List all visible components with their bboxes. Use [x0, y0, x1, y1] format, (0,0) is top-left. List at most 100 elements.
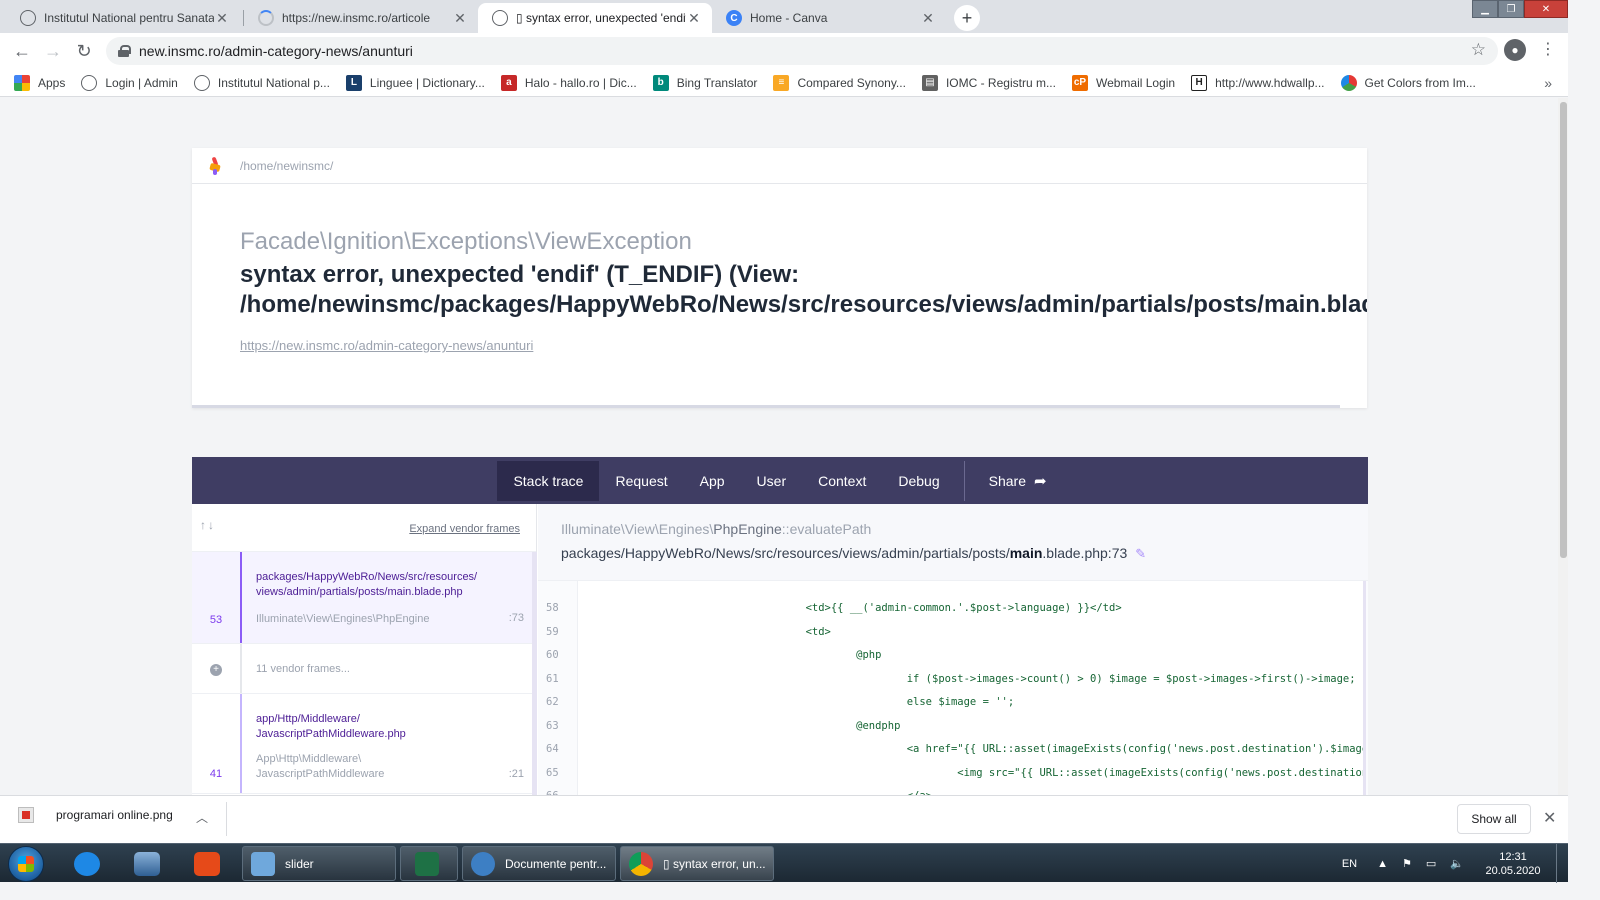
maximize-button[interactable]: ❐ — [1498, 0, 1524, 18]
tab-context[interactable]: Context — [802, 461, 882, 501]
bookmark-hdwallpapers[interactable]: Hhttp://www.hdwallp... — [1191, 74, 1325, 91]
line-number: 59 — [546, 625, 559, 638]
forward-button[interactable]: → — [41, 39, 65, 63]
close-icon[interactable]: ✕ — [920, 10, 936, 27]
remote-desktop-launcher[interactable] — [122, 848, 172, 880]
class-name: PhpEngine — [713, 521, 782, 537]
compared-icon: ≡ — [773, 74, 790, 91]
bookmark-label: Login | Admin — [105, 75, 178, 90]
close-icon[interactable]: ✕ — [452, 10, 468, 27]
frame-class-line2: JavascriptPathMiddleware — [256, 768, 385, 780]
taskbar-button-documents[interactable]: Documente pentr... — [462, 846, 616, 881]
taskbar-button-chrome[interactable]: ▯ syntax error, un... — [620, 846, 774, 881]
new-tab-button[interactable]: + — [954, 5, 980, 31]
browser-tab-3-active[interactable]: ▯ syntax error, unexpected 'endif' ✕ — [478, 3, 712, 33]
back-button[interactable]: ← — [10, 39, 34, 63]
frame-nav-arrows-icon[interactable]: ↑↓ — [200, 518, 216, 532]
app-launcher[interactable] — [182, 848, 232, 880]
file-suffix: .blade.php:73 — [1042, 545, 1128, 561]
teamviewer-launcher[interactable] — [62, 848, 112, 880]
frame-class-line1: App\Http\Middleware\ — [256, 753, 362, 765]
code-header: Illuminate\View\Engines\PhpEngine::evalu… — [538, 504, 1368, 581]
bookmark-bing-translator[interactable]: b Bing Translator — [652, 74, 757, 91]
tab-app[interactable]: App — [684, 461, 741, 501]
bookmark-linguee[interactable]: L Linguee | Dictionary... — [345, 74, 485, 91]
code-scrollbar[interactable] — [1363, 581, 1366, 795]
flag-icon[interactable]: ⚑ — [1402, 857, 1412, 870]
page-scrollbar[interactable] — [1558, 98, 1568, 795]
frames-header: ↑↓ Expand vendor frames — [192, 504, 536, 552]
close-icon[interactable]: ✕ — [214, 10, 230, 27]
pencil-icon[interactable]: ✎ — [1135, 546, 1146, 562]
window-close-button[interactable]: ✕ — [1524, 0, 1568, 18]
tab-user[interactable]: User — [741, 461, 803, 501]
code-body: 58 <td>{{ __('admin-common.'.$post->lang… — [538, 581, 1366, 795]
bookmark-label: http://www.hdwallp... — [1215, 75, 1325, 90]
browser-tab-4[interactable]: C Home - Canva ✕ — [712, 3, 946, 33]
bookmark-iomc[interactable]: ▤ IOMC - Registru m... — [921, 74, 1056, 91]
close-icon[interactable]: ✕ — [1543, 808, 1556, 828]
frame-file-line2: views/admin/partials/posts/main.blade.ph… — [256, 586, 463, 598]
volume-icon[interactable]: 🔈 — [1450, 857, 1464, 870]
frames-scrollbar[interactable] — [532, 552, 537, 795]
reload-button[interactable]: ↻ — [72, 39, 96, 63]
bookmark-label: Compared Synony... — [797, 75, 906, 90]
line-number: 60 — [546, 649, 559, 661]
bookmark-compared-synonyms[interactable]: ≡ Compared Synony... — [773, 74, 906, 91]
expand-vendor-frames-link[interactable]: Expand vendor frames — [409, 523, 520, 535]
bookmark-label: Institutul National p... — [217, 75, 330, 90]
bookmarks-bar: Apps Login | Admin Institutul National p… — [0, 69, 1568, 97]
frame-item[interactable]: 41 app/Http/Middleware/ JavascriptPathMi… — [192, 694, 536, 794]
line-source: @php — [578, 649, 882, 661]
bookmark-apps[interactable]: Apps — [14, 74, 65, 91]
menu-icon[interactable]: ⋮ — [1540, 39, 1556, 61]
taskbar-button-excel[interactable] — [400, 846, 458, 881]
start-button[interactable] — [8, 846, 44, 882]
browser-tab-1[interactable]: Institutul National pentru Sanatate ✕ — [6, 3, 240, 33]
close-icon[interactable]: ✕ — [686, 10, 702, 27]
bookmark-halo[interactable]: a Halo - hallo.ro | Dic... — [500, 74, 637, 91]
bookmark-label: Get Colors from Im... — [1364, 75, 1476, 90]
bookmark-get-colors[interactable]: Get Colors from Im... — [1340, 74, 1476, 91]
bookmarks-overflow-icon[interactable]: » — [1544, 75, 1552, 91]
show-all-button[interactable]: Show all — [1457, 804, 1531, 834]
minimize-button[interactable]: ▁ — [1472, 0, 1498, 18]
download-item[interactable]: programari online.png — [18, 807, 173, 823]
clock[interactable]: 12:31 20.05.2020 — [1478, 850, 1548, 878]
frame-file: packages/HappyWebRo/News/src/resources/ … — [256, 570, 477, 600]
profile-avatar[interactable]: ● — [1504, 39, 1526, 61]
request-url-link[interactable]: https://new.insmc.ro/admin-category-news… — [240, 338, 533, 353]
tab-debug[interactable]: Debug — [882, 461, 955, 501]
globe-icon — [193, 74, 210, 91]
code-line: 59 <td> — [538, 621, 1366, 645]
address-bar[interactable]: new.insmc.ro/admin-category-news/anuntur… — [106, 37, 1498, 65]
tray-expand-icon[interactable]: ▲ — [1377, 858, 1388, 870]
chevron-up-icon[interactable]: ︿ — [196, 809, 208, 826]
line-source: else $image = ''; — [578, 696, 1015, 708]
bookmark-login-admin[interactable]: Login | Admin — [81, 74, 178, 91]
code-line: 65 <img src="{{ URL::asset(imageExists(c… — [538, 762, 1366, 786]
bookmark-webmail[interactable]: cP Webmail Login — [1071, 74, 1175, 91]
clock-date: 20.05.2020 — [1485, 864, 1541, 877]
reload-icon: ↻ — [76, 40, 92, 61]
tab-stack-trace[interactable]: Stack trace — [497, 460, 600, 501]
system-tray: EN ▲ ⚑ ▭ 🔈 12:31 20.05.2020 — [1342, 844, 1568, 883]
page-scrollbar-thumb[interactable] — [1560, 102, 1567, 558]
line-number: 65 — [546, 766, 559, 779]
bing-icon: b — [652, 74, 669, 91]
bookmark-institutul[interactable]: Institutul National p... — [193, 74, 330, 91]
frame-item[interactable]: 53 packages/HappyWebRo/News/src/resource… — [192, 552, 536, 644]
windows-taskbar: slider Documente pentr... ▯ syntax error… — [0, 843, 1568, 883]
taskbar-button-slider[interactable]: slider — [242, 846, 396, 881]
star-icon[interactable]: ☆ — [1471, 40, 1486, 60]
exception-message: syntax error, unexpected 'endif' (T_ENDI… — [240, 260, 1367, 320]
language-indicator[interactable]: EN — [1342, 858, 1357, 870]
vendor-frames-row[interactable]: + 11 vendor frames... — [192, 644, 536, 694]
exception-message-line1: syntax error, unexpected 'endif' (T_ENDI… — [240, 261, 800, 288]
tab-request[interactable]: Request — [599, 461, 683, 501]
share-button[interactable]: Share ➦ — [973, 461, 1063, 501]
frames-list: ↑↓ Expand vendor frames 53 packages/Happ… — [192, 504, 537, 795]
show-desktop-button[interactable] — [1556, 844, 1568, 883]
network-icon[interactable]: ▭ — [1426, 857, 1436, 870]
browser-tab-2[interactable]: https://new.insmc.ro/articole ✕ — [244, 3, 478, 33]
